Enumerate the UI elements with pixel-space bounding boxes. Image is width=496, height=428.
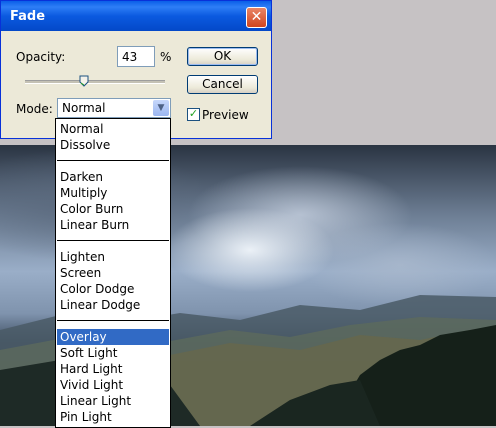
dialog-title: Fade bbox=[10, 9, 46, 24]
mode-option[interactable]: Linear Light bbox=[57, 393, 169, 409]
close-icon: ✕ bbox=[250, 9, 263, 25]
opacity-label: Opacity: bbox=[16, 50, 66, 64]
mode-option[interactable]: Hard Light bbox=[57, 361, 169, 377]
opacity-unit: % bbox=[160, 50, 172, 64]
mode-select[interactable]: Normal ▼ bbox=[57, 98, 171, 118]
dropdown-separator bbox=[57, 240, 169, 241]
preview-label: Preview bbox=[202, 108, 249, 122]
opacity-slider-track[interactable] bbox=[25, 80, 165, 84]
mode-label: Mode: bbox=[16, 102, 53, 116]
opacity-slider-thumb[interactable] bbox=[79, 75, 89, 87]
mode-option[interactable]: Soft Light bbox=[57, 345, 169, 361]
mode-dropdown-list[interactable]: Normal Dissolve Darken Multiply Color Burn Li… bbox=[55, 118, 171, 428]
opacity-input[interactable] bbox=[117, 46, 155, 67]
mode-option[interactable]: Screen bbox=[57, 265, 169, 281]
title-bar[interactable]: Fade ✕ bbox=[1, 1, 271, 31]
mode-option[interactable]: Darken bbox=[57, 169, 169, 185]
mode-option[interactable]: Dissolve bbox=[57, 137, 169, 153]
checkmark-icon: ✓ bbox=[188, 107, 199, 120]
mode-option[interactable]: Linear Dodge bbox=[57, 297, 169, 313]
mode-option[interactable]: Color Burn bbox=[57, 201, 169, 217]
mode-option[interactable]: Pin Light bbox=[57, 409, 169, 425]
mode-option[interactable]: Lighten bbox=[57, 249, 169, 265]
cancel-button[interactable]: Cancel bbox=[187, 75, 258, 94]
close-button[interactable]: ✕ bbox=[246, 7, 267, 28]
mode-option[interactable]: Color Dodge bbox=[57, 281, 169, 297]
ok-button[interactable]: OK bbox=[187, 47, 258, 66]
preview-checkbox[interactable]: ✓ bbox=[187, 108, 200, 121]
chevron-down-icon[interactable]: ▼ bbox=[153, 100, 169, 116]
mode-option[interactable]: Overlay bbox=[57, 329, 169, 345]
dropdown-separator bbox=[57, 320, 169, 321]
mode-option[interactable]: Linear Burn bbox=[57, 217, 169, 233]
mode-option[interactable]: Normal bbox=[57, 121, 169, 137]
mode-option[interactable]: Multiply bbox=[57, 185, 169, 201]
dropdown-separator bbox=[57, 160, 169, 161]
mode-selected-value: Normal bbox=[62, 101, 106, 115]
mode-option[interactable]: Vivid Light bbox=[57, 377, 169, 393]
